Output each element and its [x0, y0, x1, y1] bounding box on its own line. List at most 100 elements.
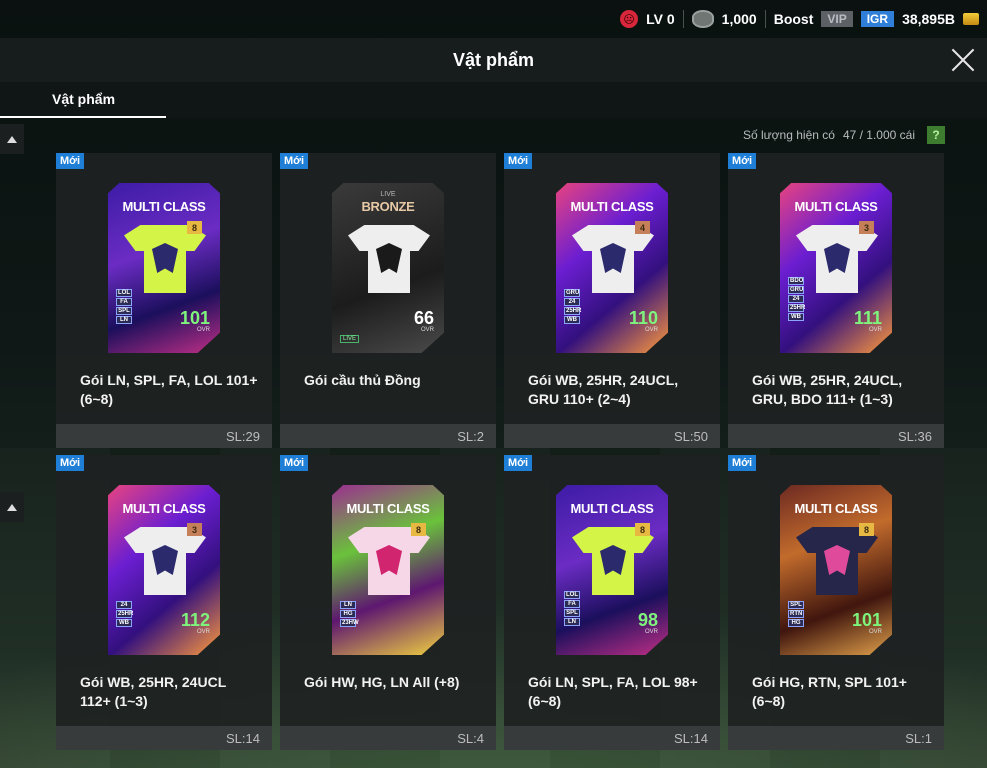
- card-art: LIVE BRONZE LIVE 66 OVR: [280, 159, 496, 359]
- pack-card: MULTI CLASS 8 SPL RTN HG 101 OVR: [780, 485, 892, 655]
- quantity-value: SL:14: [226, 730, 260, 746]
- live-tag: LIVE: [340, 335, 360, 343]
- item-pack[interactable]: Mới MULTI CLASS 3 BDO GRU 24 25HR WB 111…: [728, 153, 944, 448]
- scroll-up-arrow-icon[interactable]: [0, 492, 24, 522]
- item-pack[interactable]: Mới MULTI CLASS 8 SPL RTN HG 101 OVR Gói…: [728, 455, 944, 750]
- tab-items[interactable]: Vật phẩm: [0, 82, 166, 118]
- page-title: Vật phẩm: [452, 49, 535, 70]
- card-title: MULTI CLASS: [122, 501, 206, 516]
- card-title: MULTI CLASS: [794, 199, 878, 214]
- inventory-count-label: Số lượng hiện có: [742, 128, 835, 142]
- window-header: Vật phẩm: [0, 38, 987, 82]
- quantity-bar: SL:50: [504, 424, 720, 448]
- quantity-bar: SL:2: [280, 424, 496, 448]
- card-art: MULTI CLASS 8 LN HG 23HW: [280, 461, 496, 661]
- ovr-value: 101: [179, 308, 210, 328]
- card-subtitle: LIVE: [380, 191, 396, 198]
- season-chip: WB: [564, 316, 580, 324]
- scroll-up-arrow-icon[interactable]: [0, 124, 24, 154]
- season-chip: SPL: [564, 609, 580, 617]
- ovr-value: 110: [628, 308, 658, 328]
- ovr-value: 101: [851, 610, 882, 630]
- pack-name: Gói LN, SPL, FA, LOL 98+ (6~8): [528, 674, 698, 709]
- season-chip: LOL: [116, 289, 132, 297]
- quantity-bar: SL:1: [728, 726, 944, 750]
- level-badge: 8: [187, 221, 202, 234]
- status-bar: ☹ LV 0 1,000 Boost VIP IGR 38,895B: [0, 0, 987, 38]
- season-chips: BDO GRU 24 25HR WB: [788, 277, 805, 321]
- season-chip: RTN: [788, 610, 804, 618]
- season-chip: FA: [564, 600, 580, 608]
- card-title: MULTI CLASS: [794, 501, 878, 516]
- ovr-rating: 111 OVR: [854, 309, 882, 333]
- tab-strip: Vật phẩm: [0, 82, 987, 118]
- pack-name: Gói HW, HG, LN All (+8): [304, 674, 460, 690]
- quantity-value: SL:50: [674, 428, 708, 444]
- quantity-value: SL:14: [674, 730, 708, 746]
- inventory-count-value: 47 / 1.000 cái: [842, 128, 915, 142]
- season-chip: 24: [788, 295, 804, 303]
- quantity-value: SL:36: [898, 428, 932, 444]
- vip-badge[interactable]: VIP: [821, 11, 853, 27]
- card-title: MULTI CLASS: [122, 199, 206, 214]
- season-chips: LOL FA SPL LN: [564, 591, 580, 626]
- quantity-bar: SL:14: [56, 726, 272, 750]
- season-chip: LN: [564, 618, 580, 626]
- close-button[interactable]: [949, 46, 977, 74]
- season-chip: 24: [116, 601, 132, 609]
- ovr-rating: 66 OVR: [414, 309, 434, 333]
- pack-name: Gói WB, 25HR, 24UCL 112+ (1~3): [80, 674, 226, 709]
- level-label: LV 0: [646, 11, 675, 27]
- level-badge: 8: [635, 523, 650, 536]
- pack-card: MULTI CLASS 3 BDO GRU 24 25HR WB 111 OVR: [780, 183, 892, 353]
- season-chips: GRU 24 25HR WB: [564, 289, 582, 324]
- card-title: MULTI CLASS: [570, 199, 654, 214]
- item-pack[interactable]: Mới LIVE BRONZE LIVE 66 OVR Gói cầu thủ …: [280, 153, 496, 448]
- ovr-value: 112: [180, 610, 210, 630]
- level-badge: 4: [635, 221, 650, 234]
- ovr-rating: 98 OVR: [638, 611, 658, 635]
- quantity-bar: SL:29: [56, 424, 272, 448]
- divider: [764, 10, 766, 28]
- season-chip: 24: [564, 298, 580, 306]
- quantity-bar: SL:4: [280, 726, 496, 750]
- card-title: BRONZE: [361, 199, 415, 214]
- quantity-value: SL:4: [457, 730, 484, 746]
- season-chip: LN: [340, 601, 356, 609]
- inventory-count: Số lượng hiện có 47 / 1.000 cái: [743, 128, 915, 142]
- level-badge: 8: [859, 523, 874, 536]
- pack-card: MULTI CLASS 4 GRU 24 25HR WB 110 OVR: [556, 183, 668, 353]
- bp-currency-icon: [963, 13, 979, 25]
- season-chip: 25HR: [116, 610, 134, 618]
- card-art: MULTI CLASS 8 LOL FA SPL LN 98 OVR: [504, 461, 720, 661]
- level-badge: 3: [187, 523, 202, 536]
- mood-face-icon: ☹: [620, 10, 639, 28]
- pack-card: MULTI CLASS 8 LN HG 23HW: [332, 485, 444, 655]
- item-pack[interactable]: Mới MULTI CLASS 4 GRU 24 25HR WB 110 OVR…: [504, 153, 720, 448]
- season-chip: WB: [116, 619, 132, 627]
- item-pack[interactable]: Mới MULTI CLASS 8 LN HG 23HW Gói HW, HG,…: [280, 455, 496, 750]
- boost-label[interactable]: Boost: [774, 11, 814, 27]
- season-chip: WB: [788, 313, 804, 321]
- season-chip: LN: [116, 316, 132, 324]
- igr-badge[interactable]: IGR: [860, 11, 895, 27]
- card-title: MULTI CLASS: [346, 501, 430, 516]
- help-button[interactable]: ?: [927, 126, 945, 144]
- pack-name: Gói HG, RTN, SPL 101+ (6~8): [752, 674, 907, 709]
- season-chip: 25HR: [564, 307, 582, 315]
- card-art: MULTI CLASS 3 24 25HR WB 112 OVR: [56, 461, 272, 661]
- item-pack[interactable]: Mới MULTI CLASS 8 LOL FA SPL LN 98 OVR G…: [504, 455, 720, 750]
- season-chip: GRU: [788, 286, 804, 294]
- season-chip: BDO: [788, 277, 804, 285]
- season-chip: HG: [340, 610, 356, 618]
- season-chip: 23HW: [340, 619, 359, 627]
- quantity-value: SL:29: [226, 428, 260, 444]
- season-chips: SPL RTN HG: [788, 601, 804, 627]
- card-art: MULTI CLASS 8 SPL RTN HG 101 OVR: [728, 461, 944, 661]
- item-pack[interactable]: Mới MULTI CLASS 3 24 25HR WB 112 OVR Gói…: [56, 455, 272, 750]
- level-badge: 8: [411, 523, 426, 536]
- pack-card: MULTI CLASS 8 LOL FA SPL LN 101 OVR: [108, 183, 220, 353]
- item-pack[interactable]: Mới MULTI CLASS 8 LOL FA SPL LN 101 OVR …: [56, 153, 272, 448]
- quantity-value: SL:1: [905, 730, 932, 746]
- season-chip: SPL: [116, 307, 132, 315]
